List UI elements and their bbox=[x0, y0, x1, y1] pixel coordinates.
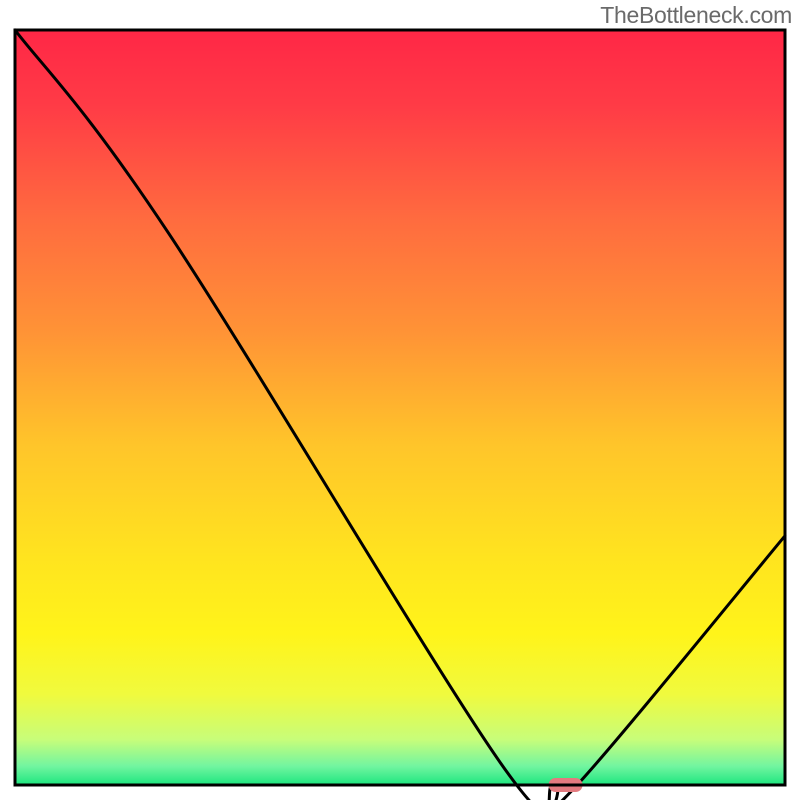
chart-container: TheBottleneck.com bbox=[0, 0, 800, 800]
plot-background bbox=[15, 30, 785, 785]
watermark-text: TheBottleneck.com bbox=[600, 2, 792, 29]
bottleneck-chart bbox=[0, 0, 800, 800]
